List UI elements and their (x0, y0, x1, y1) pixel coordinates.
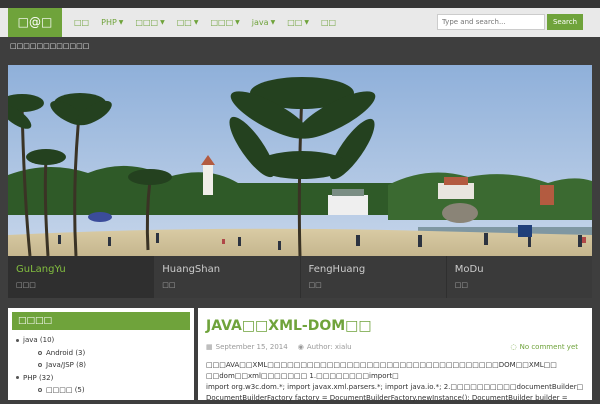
nav-item-7[interactable]: □□ ▼ (287, 18, 309, 27)
nav-label: java (251, 18, 269, 27)
bullet-icon (38, 350, 42, 355)
caret-down-icon: ▼ (235, 19, 240, 26)
post-author[interactable]: Author: xialu (307, 343, 352, 351)
nav-item-home[interactable]: □□ (74, 18, 89, 27)
caret-down-icon: ▼ (160, 19, 165, 26)
post-author-wrap: ◉ Author: xialu (298, 343, 352, 351)
category-count: (3) (75, 348, 86, 357)
caret-down-icon: ▼ (193, 19, 199, 26)
category-link[interactable]: Android (46, 349, 73, 357)
nav-label: □□ (74, 18, 90, 27)
nav-label: □□□ (135, 18, 159, 27)
comments-label: No comment yet (519, 343, 578, 351)
post-card: JAVA□□XML-DOM□□ ▦ September 15, 2014 ◉ A… (198, 308, 592, 402)
user-icon: ◉ (297, 343, 304, 351)
post-title[interactable]: JAVA□□XML-DOM□□ (206, 318, 372, 334)
sidebar-categories: □□□□ java (10) Android (3) Java/JSP (8) … (8, 308, 194, 400)
category-link[interactable]: □□□□ (46, 386, 72, 394)
slide-caption-subtitle: □□ (162, 281, 176, 289)
bullet-icon (38, 363, 42, 367)
category-count: (10) (39, 336, 55, 344)
slide-caption-huangshan[interactable]: HuangShan □□ (154, 256, 301, 298)
category-item: □□□□ (5) (16, 384, 86, 397)
bullet-icon (38, 388, 42, 392)
nav-label: □□ (176, 18, 192, 27)
nav-item-5[interactable]: □□□ ▼ (210, 18, 239, 27)
slide-caption-title: MoDu (454, 264, 484, 275)
search-button[interactable]: Search (547, 14, 583, 30)
category-count: (8) (76, 361, 87, 369)
comment-icon: ◌ (510, 343, 517, 351)
excerpt-line: □□□AVA□□XML□□□□□□□□□□□□□□□□□□□□□□□□□□□□□… (206, 361, 557, 380)
caret-down-icon: ▼ (270, 19, 276, 26)
bullet-icon (16, 376, 19, 379)
site-tagline: □□□□□□□□□□□□ (10, 42, 90, 50)
category-item: Android (3) (16, 347, 86, 360)
top-bar: □@□ □□ PHP▼ □□□▼ □□▼ □□□▼ java▼ □□▼ □□ S… (0, 0, 600, 37)
category-count: (5) (74, 386, 85, 394)
search-input[interactable] (437, 14, 545, 30)
caret-down-icon: ▼ (304, 19, 309, 26)
slider-captions: GuLangYu □□□ HuangShan □□ FengHuang □□ M… (8, 256, 592, 298)
category-item: java (10) (16, 334, 86, 347)
excerpt-line: import org.w3c.dom.*; import javax.xml.p… (206, 383, 584, 391)
slide-caption-subtitle: □□□ (16, 281, 36, 289)
nav-item-java[interactable]: java ▼ (252, 18, 275, 27)
category-count: (32) (38, 373, 54, 382)
nav-item-8[interactable]: □□ (321, 18, 336, 27)
category-item: PHP (32) (16, 372, 86, 385)
slide-caption-title: GuLangYu (16, 264, 66, 275)
slide-caption-subtitle: □□ (454, 281, 468, 289)
slide-caption-fenghuang[interactable]: FengHuang □□ (301, 256, 447, 298)
featured-slider[interactable] (8, 65, 592, 256)
calendar-icon: ▦ (206, 343, 213, 351)
category-link[interactable]: Java/JSP (46, 361, 74, 369)
nav-item-3[interactable]: □□□ ▼ (135, 18, 164, 27)
slide-caption-modu[interactable]: MoDu □□ (447, 256, 592, 298)
caret-down-icon: ▼ (118, 19, 124, 26)
post-meta: ▦ September 15, 2014 ◉ Author: xialu (206, 343, 352, 351)
widget-title: □□□□ (12, 312, 190, 330)
slide-photo (8, 65, 592, 256)
post-date: September 15, 2014 (215, 343, 288, 351)
bullet-icon (16, 338, 19, 342)
nav-label: PHP (101, 18, 117, 27)
post-excerpt: □□□AVA□□XML□□□□□□□□□□□□□□□□□□□□□□□□□□□□□… (206, 360, 584, 404)
main-nav: □□ PHP ▼ □□□ ▼ □□ ▼ □□□ ▼ java ▼ □□ ▼ □□ (68, 8, 342, 37)
slide-caption-subtitle: □□ (308, 281, 322, 289)
nav-label: □□□ (210, 18, 234, 27)
category-list: java (10) Android (3) Java/JSP (8) PHP (… (16, 334, 86, 397)
nav-label: □□ (287, 18, 303, 27)
nav-label: □□ (320, 18, 337, 27)
slide-caption-title: HuangShan (162, 264, 221, 275)
slide-caption-gulangyu[interactable]: GuLangYu □□□ (8, 256, 155, 298)
site-logo[interactable]: □@□ (8, 8, 62, 37)
excerpt-line: DocumentBuilderFactory factory = Documen… (206, 394, 568, 402)
comments-link[interactable]: ◌ No comment yet (510, 343, 578, 351)
category-item: Java/JSP (8) (16, 359, 86, 372)
nav-item-4[interactable]: □□ ▼ (177, 18, 199, 27)
category-link[interactable]: PHP (23, 374, 37, 382)
slide-caption-title: FengHuang (308, 264, 366, 275)
nav-item-php[interactable]: PHP ▼ (101, 18, 123, 27)
category-link[interactable]: java (23, 336, 38, 344)
